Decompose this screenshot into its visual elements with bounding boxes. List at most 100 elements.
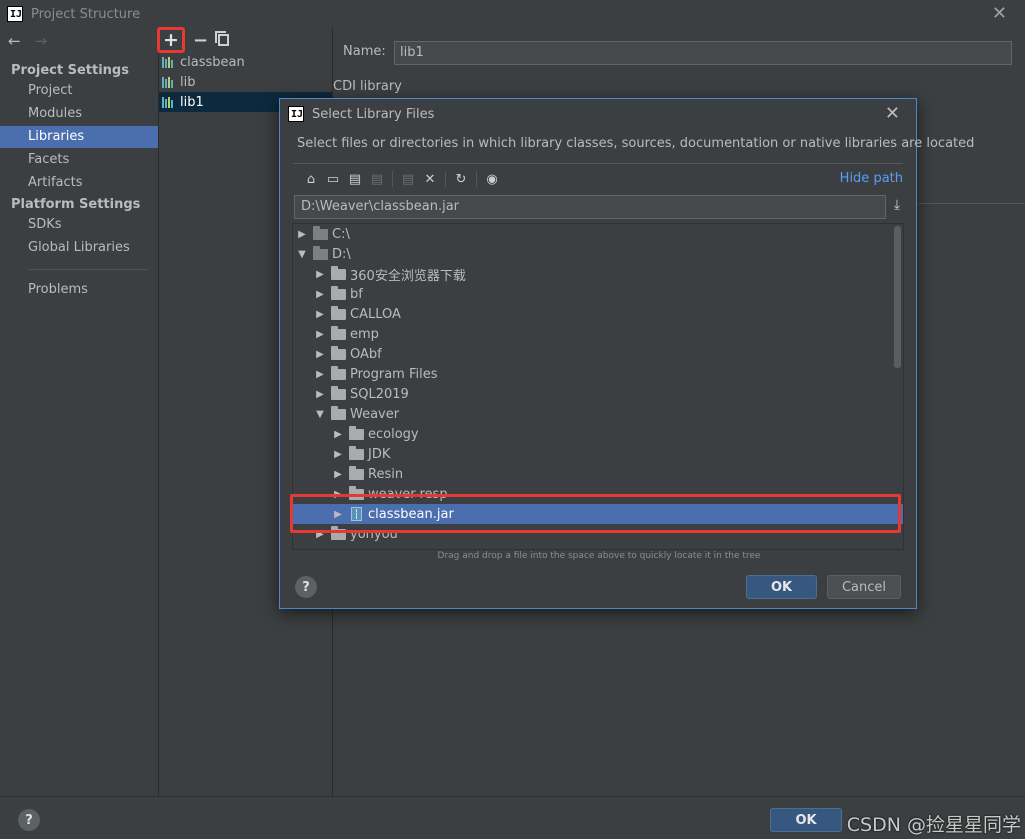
close-icon[interactable]: ✕	[885, 103, 900, 124]
sidebar-item-artifacts[interactable]: Artifacts	[0, 172, 158, 194]
sidebar-item-problems[interactable]: Problems	[0, 279, 158, 301]
settings-sidebar: Project Settings Project Modules Librari…	[0, 55, 158, 795]
tree-row[interactable]: ▶ classbean.jar	[293, 504, 903, 524]
drag-drop-hint: Drag and drop a file into the space abov…	[437, 551, 761, 561]
refresh-icon[interactable]: ↻	[450, 172, 472, 187]
show-hidden-icon[interactable]: ◉	[481, 172, 503, 187]
tree-row[interactable]: ▶ Program Files	[293, 364, 889, 384]
chevron-right-icon[interactable]: ▶	[333, 429, 343, 440]
close-icon[interactable]: ✕	[992, 5, 1007, 23]
chevron-right-icon[interactable]: ▶	[315, 309, 325, 320]
chevron-right-icon[interactable]: ▶	[315, 529, 325, 540]
library-type-label: CDI library	[333, 79, 402, 94]
name-field[interactable]: lib1	[394, 41, 1012, 65]
ok-button[interactable]: OK	[770, 808, 842, 832]
add-library-button[interactable]: +	[157, 27, 185, 53]
home-icon[interactable]: ⌂	[300, 172, 322, 187]
tree-row[interactable]: ▶ Resin	[293, 464, 889, 484]
tree-row-label: D:\	[332, 246, 351, 262]
chevron-down-icon[interactable]: ▼	[297, 249, 307, 260]
tree-row-label: emp	[350, 326, 379, 342]
list-item[interactable]: lib	[159, 72, 332, 92]
chevron-right-icon[interactable]: ▶	[315, 269, 325, 280]
folder-icon	[331, 285, 346, 300]
select-library-files-dialog: IJ Select Library Files ✕ Select files o…	[279, 98, 974, 609]
folder-icon	[349, 445, 364, 460]
file-tree[interactable]: ▶ C:\ ▼ D:\ ▶ 360安全浏览器下载 ▶ bf ▶ CALLOA ▶ emp ▶ OAbf ▶ P…	[292, 223, 904, 550]
sidebar-item-global-libraries[interactable]: Global Libraries	[0, 237, 158, 259]
tree-row[interactable]: ▶ bf	[293, 284, 889, 304]
toolbar-separator	[445, 171, 446, 187]
sidebar-item-libraries[interactable]: Libraries	[0, 126, 158, 148]
chevron-right-icon[interactable]: ▶	[333, 489, 343, 500]
toolbar-separator	[392, 171, 393, 187]
help-button[interactable]: ?	[295, 576, 317, 598]
chevron-right-icon[interactable]: ▶	[297, 229, 307, 240]
tree-row[interactable]: ▶ OAbf	[293, 344, 889, 364]
intellij-logo-icon: IJ	[7, 6, 23, 22]
chevron-right-icon[interactable]: ▶	[315, 369, 325, 380]
download-icon[interactable]: ⤓	[888, 197, 906, 217]
tree-row[interactable]: ▶ CALLOA	[293, 304, 889, 324]
tree-row-label: Program Files	[350, 366, 438, 382]
tree-row[interactable]: ▶ C:\	[293, 224, 889, 244]
module-folder-icon[interactable]: ▤	[366, 172, 388, 187]
tree-row[interactable]: ▶ weaver-resp	[293, 484, 889, 504]
sidebar-item-facets[interactable]: Facets	[0, 149, 158, 171]
copy-icon[interactable]	[215, 31, 230, 46]
drive-icon	[313, 245, 328, 260]
tree-row[interactable]: ▶ ecology	[293, 424, 889, 444]
project-folder-icon[interactable]: ▤	[344, 172, 366, 187]
section-heading-project-settings: Project Settings	[11, 63, 129, 78]
ok-button[interactable]: OK	[746, 575, 817, 599]
sidebar-item-sdks[interactable]: SDKs	[0, 214, 158, 236]
folder-icon	[331, 265, 346, 280]
back-arrow-icon[interactable]: ←	[8, 32, 21, 50]
folder-icon	[331, 365, 346, 380]
help-button[interactable]: ?	[18, 809, 40, 831]
chevron-down-icon[interactable]: ▼	[315, 409, 325, 420]
tree-row[interactable]: ▶ emp	[293, 324, 889, 344]
section-heading-platform-settings: Platform Settings	[11, 197, 141, 212]
window-title: Project Structure	[31, 6, 141, 22]
sidebar-item-modules[interactable]: Modules	[0, 103, 158, 125]
nav-arrows: ← →	[8, 32, 47, 50]
folder-icon	[349, 425, 364, 440]
tree-row[interactable]: ▶ yonyou	[293, 524, 889, 544]
folder-icon	[331, 345, 346, 360]
desktop-icon[interactable]: ▭	[322, 172, 344, 187]
sidebar-item-project[interactable]: Project	[0, 80, 158, 102]
folder-icon	[331, 305, 346, 320]
hide-path-link[interactable]: Hide path	[840, 171, 903, 186]
folder-icon	[349, 465, 364, 480]
chevron-right-icon[interactable]: ▶	[333, 469, 343, 480]
remove-library-button[interactable]: −	[193, 30, 208, 51]
forward-arrow-icon[interactable]: →	[35, 32, 48, 50]
dialog-titlebar: IJ Select Library Files ✕	[280, 99, 916, 129]
tree-row[interactable]: ▶ 360安全浏览器下载	[293, 264, 889, 284]
list-item[interactable]: classbean	[159, 52, 332, 72]
tree-row[interactable]: ▶ JDK	[293, 444, 889, 464]
chevron-right-icon[interactable]: ▶	[315, 329, 325, 340]
cancel-button[interactable]: Cancel	[827, 575, 901, 599]
path-input[interactable]: D:\Weaver\classbean.jar	[294, 195, 886, 219]
delete-icon[interactable]: ✕	[419, 172, 441, 187]
tree-row[interactable]: ▶ SQL2019	[293, 384, 889, 404]
tree-row-label: JDK	[368, 446, 391, 462]
tree-scrollbar[interactable]	[894, 226, 901, 368]
chevron-right-icon[interactable]: ▶	[315, 389, 325, 400]
library-icon	[162, 76, 176, 88]
tree-row-label: OAbf	[350, 346, 382, 362]
tree-row[interactable]: ▼ D:\	[293, 244, 889, 264]
tree-row[interactable]: ▼ Weaver	[293, 404, 889, 424]
chevron-right-icon[interactable]: ▶	[315, 349, 325, 360]
library-label: lib1	[180, 94, 204, 110]
new-folder-icon[interactable]: ▤	[397, 172, 419, 187]
tree-row-label: 360安全浏览器下载	[350, 268, 466, 284]
chevron-right-icon[interactable]: ▶	[315, 289, 325, 300]
chevron-right-icon[interactable]: ▶	[333, 449, 343, 460]
watermark: CSDN @捡星星同学	[846, 814, 1021, 836]
chevron-right-icon[interactable]: ▶	[333, 509, 343, 520]
library-label: lib	[180, 74, 196, 90]
details-divider	[916, 203, 1025, 225]
